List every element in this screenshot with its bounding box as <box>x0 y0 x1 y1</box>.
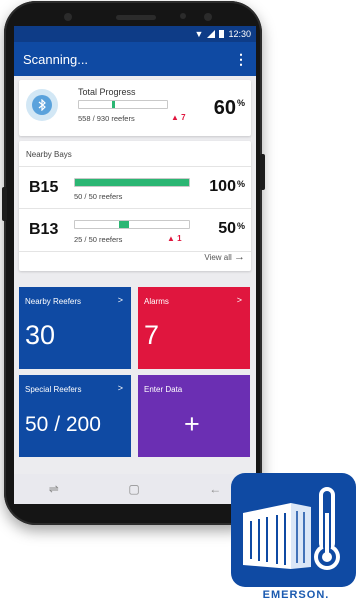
plus-icon: + <box>184 409 200 439</box>
bay-percent-symbol: % <box>236 221 245 231</box>
alarms-tile[interactable]: Alarms > 7 <box>138 287 250 369</box>
bluetooth-scan-icon <box>26 89 58 121</box>
bay-percent-value: 50 <box>218 220 236 237</box>
phone-frame: ▼ 12:30 Scanning... ⋮ Total Progress 558… <box>2 1 265 525</box>
chevron-right-icon: > <box>117 383 123 393</box>
brand-mark: . <box>325 589 330 601</box>
total-progress-bar <box>78 100 168 109</box>
total-percent: 60% <box>214 97 245 120</box>
tile-value: 50 / 200 <box>25 413 101 436</box>
front-camera <box>64 13 72 21</box>
tile-label: Special Reefers <box>25 385 82 394</box>
app-title: Scanning... <box>23 51 89 67</box>
total-progress-label: Total Progress <box>78 87 136 97</box>
nearby-reefers-tile[interactable]: Nearby Reefers > 30 <box>19 287 131 369</box>
app-bar: Scanning... ⋮ <box>14 42 256 76</box>
total-alarm-count: 7 <box>181 113 186 122</box>
status-time: 12:30 <box>228 29 251 39</box>
container-thermometer-icon <box>243 487 340 570</box>
recent-apps-icon[interactable]: ⇌ <box>49 482 59 496</box>
special-reefers-tile[interactable]: Special Reefers > 50 / 200 <box>19 375 131 457</box>
total-progress-count: 558 / 930 reefers <box>78 114 135 123</box>
bay-name: B15 <box>29 179 59 196</box>
nearby-bays-card: Nearby Bays B15 50 / 50 reefers 100% B13… <box>19 141 251 271</box>
chevron-right-icon: > <box>236 295 242 305</box>
earpiece-speaker <box>116 15 156 20</box>
tile-label: Enter Data <box>144 385 183 394</box>
bay-alarm-badge: ▲ 1 <box>167 234 182 243</box>
bay-name: B13 <box>29 221 59 238</box>
tile-label: Nearby Reefers <box>25 297 82 306</box>
bay-percent-value: 100 <box>209 178 236 195</box>
total-percent-value: 60 <box>213 97 236 119</box>
tile-value: 7 <box>144 320 160 350</box>
enter-data-tile[interactable]: Enter Data + <box>138 375 250 457</box>
app-logo <box>231 473 356 587</box>
battery-icon <box>219 30 225 38</box>
bay-count: 25 / 50 reefers <box>74 235 123 244</box>
tile-label: Alarms <box>144 297 169 306</box>
bay-count: 50 / 50 reefers <box>74 192 123 201</box>
brand-name: EMERSON <box>262 589 326 601</box>
phone-power-button <box>260 154 265 190</box>
bay-percent: 50% <box>218 220 245 238</box>
bay-percent: 100% <box>209 178 245 196</box>
bay-percent-symbol: % <box>236 179 245 189</box>
phone-screen: ▼ 12:30 Scanning... ⋮ Total Progress 558… <box>14 26 256 474</box>
view-all-link[interactable]: View all → <box>204 251 245 263</box>
bay-progress-fill <box>75 179 189 186</box>
overflow-menu-icon[interactable]: ⋮ <box>234 51 248 68</box>
chevron-right-icon: > <box>117 295 123 305</box>
divider <box>19 166 251 167</box>
total-percent-symbol: % <box>236 98 245 108</box>
front-camera-2 <box>204 13 212 21</box>
android-nav-bar: ⇌ ▢ ← <box>14 474 256 504</box>
bay-progress-indicator <box>119 221 129 228</box>
signal-icon <box>207 30 216 38</box>
front-sensor <box>180 13 186 19</box>
arrow-right-icon: → <box>234 251 245 263</box>
total-progress-indicator <box>112 101 115 108</box>
view-all-label: View all <box>204 253 232 262</box>
wifi-icon: ▼ <box>194 29 204 39</box>
home-icon[interactable]: ▢ <box>128 482 139 496</box>
bay-alarm-count: 1 <box>177 234 182 243</box>
bay-progress-bar <box>74 220 190 229</box>
brand-wordmark: EMERSON. <box>246 589 346 601</box>
total-progress-card: Total Progress 558 / 930 reefers ▲ 7 60% <box>19 80 251 136</box>
back-icon[interactable]: ← <box>209 482 221 496</box>
bay-progress-bar <box>74 178 190 187</box>
tile-value: 30 <box>25 320 56 350</box>
divider <box>19 208 251 209</box>
phone-side-button <box>2 187 7 221</box>
status-bar: ▼ 12:30 <box>14 26 256 42</box>
total-alarm-badge: ▲ 7 <box>171 113 186 122</box>
nearby-bays-title: Nearby Bays <box>26 150 72 159</box>
